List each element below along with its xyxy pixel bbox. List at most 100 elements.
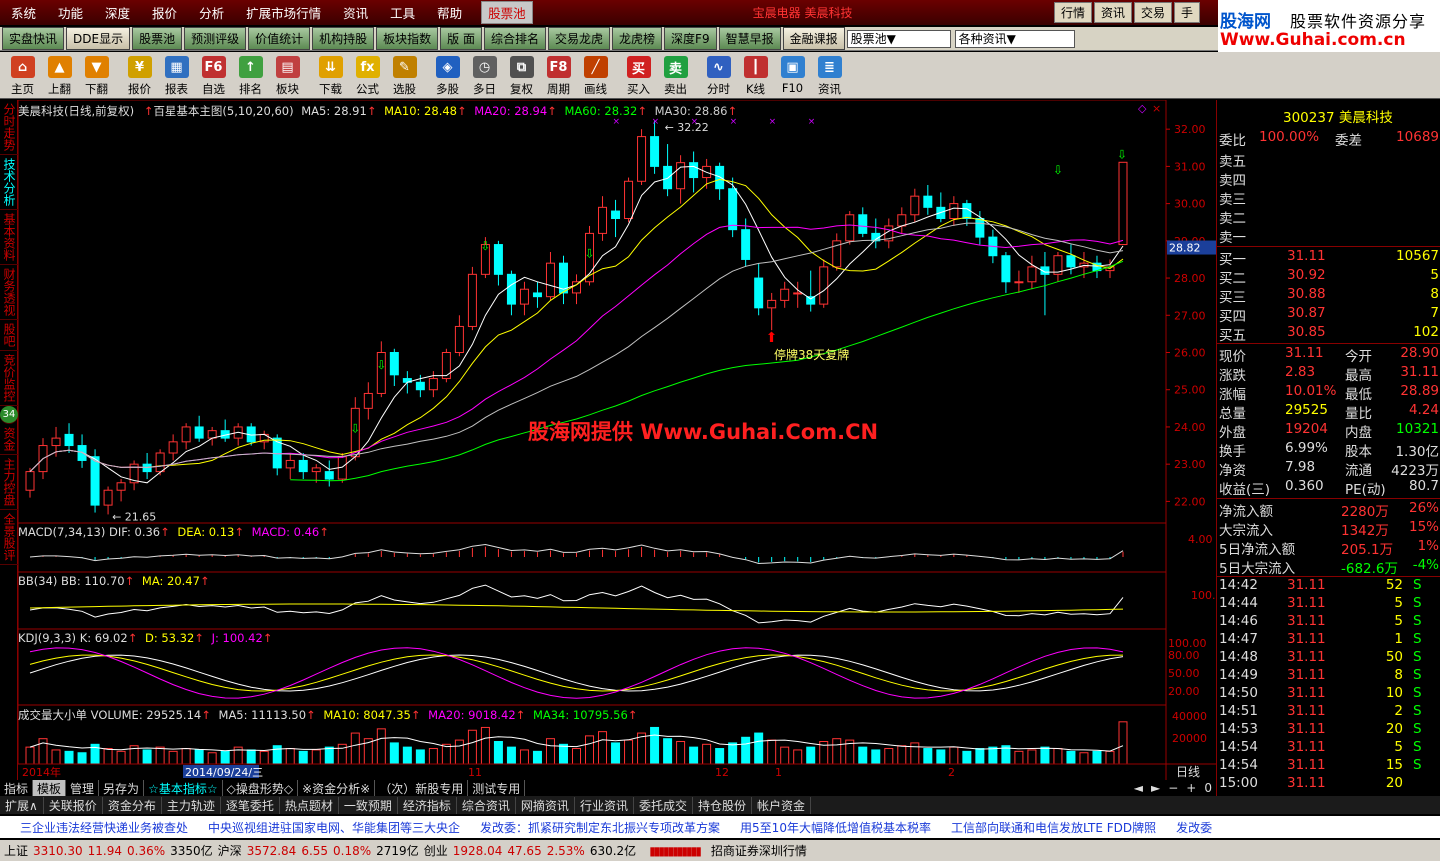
- chart-tab-8[interactable]: 测试专用: [468, 779, 526, 797]
- candle-body[interactable]: [663, 165, 673, 190]
- candle-body[interactable]: [90, 456, 100, 506]
- candle-body[interactable]: [363, 392, 373, 409]
- menu-item-1[interactable]: 功能: [47, 3, 94, 22]
- news-item-3[interactable]: 用5至10年大幅降低增值税基本税率: [740, 819, 931, 836]
- candle-body[interactable]: [194, 426, 204, 439]
- toolbar-button-15[interactable]: ╱ 画线: [577, 52, 614, 98]
- candle-body[interactable]: [545, 262, 555, 298]
- func-tab-9[interactable]: 网摘资讯: [516, 796, 575, 814]
- candle-body[interactable]: [155, 452, 165, 473]
- candle-body[interactable]: [454, 325, 464, 353]
- menu-item-0[interactable]: 系统: [0, 3, 47, 22]
- menu-item-8[interactable]: 帮助: [426, 3, 473, 22]
- candle-body[interactable]: [754, 277, 764, 309]
- toolbar-button-2[interactable]: ▼ 下翻: [78, 52, 115, 98]
- candle-body[interactable]: [598, 206, 608, 234]
- func-tab-12[interactable]: 持仓股份: [693, 796, 752, 814]
- left-tab-6[interactable]: 资金: [0, 424, 18, 455]
- func-tab-2[interactable]: 资金分布: [103, 796, 162, 814]
- candle-body[interactable]: [611, 210, 621, 220]
- toolbar-button-1[interactable]: ▲ 上翻: [41, 52, 78, 98]
- menu-item-6[interactable]: 资讯: [332, 3, 379, 22]
- candle-body[interactable]: [793, 292, 803, 295]
- quick-button-2[interactable]: 股票池: [132, 27, 183, 50]
- candle-body[interactable]: [103, 489, 113, 506]
- scroll-right-icon[interactable]: ►: [1147, 781, 1164, 795]
- chart-tab-2[interactable]: 管理: [66, 779, 100, 797]
- quick-button-1[interactable]: DDE显示: [66, 27, 131, 50]
- zoom-minus-icon[interactable]: −: [1164, 781, 1182, 795]
- candle-body[interactable]: [689, 162, 699, 179]
- toolbar-button-16[interactable]: 买买入: [620, 52, 657, 98]
- candle-body[interactable]: [819, 266, 829, 305]
- func-tab-1[interactable]: 关联报价: [44, 796, 103, 814]
- candle-body[interactable]: [975, 218, 985, 238]
- news-item-4[interactable]: 工信部向联通和电信发放LTE FDD牌照: [951, 819, 1156, 836]
- menu-stock-pool[interactable]: 股票池: [481, 1, 533, 24]
- menu-item-3[interactable]: 报价: [141, 3, 188, 22]
- candle-body[interactable]: [1027, 266, 1037, 283]
- candle-body[interactable]: [415, 381, 425, 391]
- candle-body[interactable]: [637, 136, 647, 182]
- chart-tab-5[interactable]: ◇操盘形势◇: [223, 779, 299, 797]
- toolbar-button-9[interactable]: fx 公式: [349, 52, 386, 98]
- toolbar-button-13[interactable]: ⧉ 复权: [503, 52, 540, 98]
- candle-body[interactable]: [1118, 161, 1128, 246]
- candle-body[interactable]: [767, 299, 777, 309]
- candle-body[interactable]: [467, 273, 477, 327]
- candle-body[interactable]: [1014, 281, 1024, 284]
- zoom-reset-icon[interactable]: 0: [1200, 781, 1216, 795]
- candle-body[interactable]: [25, 471, 35, 491]
- candle-body[interactable]: [64, 433, 74, 447]
- toolbar-button-19[interactable]: ┃ K线: [737, 52, 774, 98]
- toolbar-button-5[interactable]: F6 自选: [195, 52, 232, 98]
- candle-body[interactable]: [858, 214, 868, 234]
- quick-button-12[interactable]: 智慧早报: [718, 27, 781, 50]
- candle-body[interactable]: [741, 229, 751, 260]
- info-select[interactable]: 各种资讯▼: [954, 29, 1075, 48]
- vol-name[interactable]: 成交量大小单: [18, 708, 87, 722]
- candle-body[interactable]: [298, 459, 308, 473]
- candle-body[interactable]: [532, 292, 542, 298]
- quick-button-8[interactable]: 综合排名: [484, 27, 547, 50]
- toolbar-button-7[interactable]: ▤ 板块: [269, 52, 306, 98]
- candle-body[interactable]: [780, 288, 790, 301]
- quick-button-4[interactable]: 价值统计: [248, 27, 311, 50]
- quick-button-10[interactable]: 龙虎榜: [612, 27, 663, 50]
- candle-body[interactable]: [428, 378, 438, 391]
- func-tab-7[interactable]: 经济指标: [398, 796, 457, 814]
- kline-chart[interactable]: 32.0031.0030.0029.0028.0027.0026.0025.00…: [17, 99, 1223, 780]
- chart-tab-4[interactable]: ☆基本指标☆: [144, 779, 223, 797]
- chart-tab-3[interactable]: 另存为: [99, 779, 145, 797]
- menu-item-2[interactable]: 深度: [94, 3, 141, 22]
- stock-pool-select[interactable]: 股票池▼: [846, 29, 951, 48]
- func-tab-6[interactable]: 一致预期: [339, 796, 398, 814]
- toolbar-button-12[interactable]: ◷ 多日: [466, 52, 503, 98]
- quick-button-6[interactable]: 板块指数: [376, 27, 439, 50]
- news-item-2[interactable]: 发改委：抓紧研究制定东北振兴专项改革方案: [480, 819, 720, 836]
- candle-body[interactable]: [311, 467, 321, 473]
- candle-body[interactable]: [324, 471, 334, 480]
- quick-button-0[interactable]: 实盘快讯: [2, 27, 65, 50]
- kdj-name[interactable]: KDJ(9,3,3): [18, 631, 76, 645]
- left-tab-1[interactable]: 技术分析: [0, 155, 18, 210]
- candle-body[interactable]: [506, 273, 516, 305]
- toolbar-button-3[interactable]: ¥ 报价: [121, 52, 158, 98]
- candle-body[interactable]: [572, 281, 581, 294]
- bb-name[interactable]: BB(34): [18, 574, 57, 588]
- func-tab-0[interactable]: 扩展∧: [0, 796, 44, 814]
- candle-body[interactable]: [949, 203, 959, 220]
- toolbar-button-14[interactable]: F8 周期: [540, 52, 577, 98]
- left-tab-0[interactable]: 分时走势: [0, 100, 18, 155]
- macd-name[interactable]: MACD(7,34,13): [18, 525, 105, 539]
- candle-body[interactable]: [441, 352, 451, 380]
- candle-body[interactable]: [1066, 255, 1076, 268]
- quick-button-13[interactable]: 金融课报: [782, 27, 845, 50]
- candle-body[interactable]: [285, 459, 295, 469]
- toolbar-button-17[interactable]: 卖卖出: [657, 52, 694, 98]
- candle-body[interactable]: [389, 352, 399, 376]
- candle-body[interactable]: [650, 136, 660, 167]
- candle-body[interactable]: [51, 437, 61, 447]
- toolbar-button-21[interactable]: ≣ 资讯: [811, 52, 848, 98]
- func-tab-10[interactable]: 行业资讯: [575, 796, 634, 814]
